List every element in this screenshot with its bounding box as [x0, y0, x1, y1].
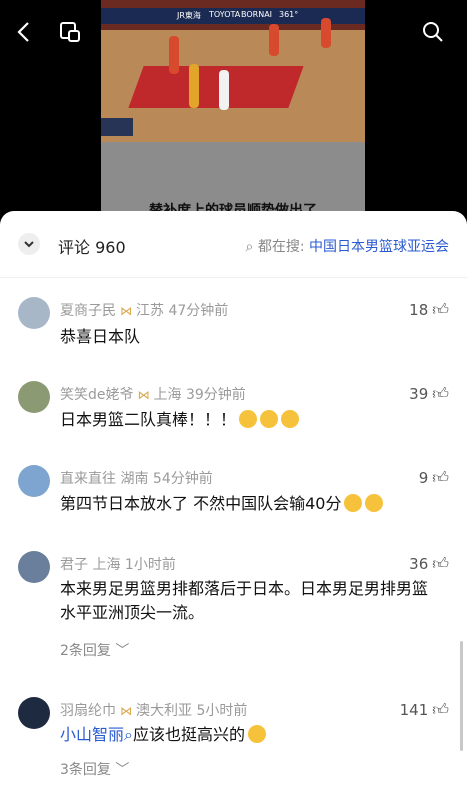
court-paint — [128, 66, 304, 108]
vip-badge-icon: ⋈ — [120, 304, 132, 318]
search-icon[interactable] — [421, 20, 445, 44]
comment-meta: 君子 上海 1小时前 — [60, 554, 176, 574]
replies-count: 3条回复 — [60, 762, 111, 778]
username[interactable]: 羽扇纶巾 — [60, 703, 116, 719]
chevron-down-icon: ﹀ — [115, 643, 130, 659]
comment-count: 评论 960 — [58, 238, 126, 257]
search-small-icon: ⌕ — [124, 725, 133, 744]
collapse-button[interactable] — [18, 233, 40, 255]
like-button[interactable]: 18 👍︎ — [409, 300, 449, 320]
picture-in-picture-icon[interactable] — [58, 20, 82, 44]
username[interactable]: 笑笑de姥爷 — [60, 387, 134, 403]
replies-count: 2条回复 — [60, 643, 111, 659]
thumbs-up-icon: 👍︎ — [432, 468, 449, 487]
replies-toggle[interactable]: 3条回复 ﹀ — [60, 759, 129, 779]
vip-badge-icon: ⋈ — [120, 704, 132, 718]
video-player[interactable]: JR東海 TOYOTA BORNAI 361° 替补席上的球员顺势做出了 — [0, 0, 467, 230]
like-count: 36 — [409, 555, 429, 573]
location: 上海 — [92, 557, 121, 573]
chevron-down-icon: ﹀ — [115, 762, 130, 778]
comment-text-content: 应该也挺高兴的 — [132, 725, 245, 744]
player — [321, 18, 331, 48]
comment-meta: 直来直往 湖南 54分钟前 — [60, 468, 213, 488]
like-count: 39 — [409, 385, 429, 403]
avatar[interactable] — [18, 465, 50, 497]
laughing-emoji-icon — [365, 494, 384, 512]
timestamp: 1小时前 — [124, 557, 176, 573]
player — [269, 24, 279, 56]
laughing-emoji-icon — [239, 410, 258, 428]
like-count: 141 — [399, 701, 429, 719]
back-arrow-icon[interactable] — [14, 20, 34, 44]
player — [169, 36, 179, 74]
video-frame[interactable]: JR東海 TOYOTA BORNAI 361° — [101, 0, 365, 142]
like-button[interactable]: 9 👍︎ — [419, 468, 449, 488]
laughing-emoji-icon — [344, 494, 363, 512]
location: 上海 — [153, 387, 182, 403]
search-prefix: 都在搜: — [257, 239, 305, 255]
ad-text: 361° — [279, 10, 299, 19]
like-count: 18 — [409, 301, 429, 319]
trending-search[interactable]: ⌕ 都在搜: 中国日本男篮球亚运会 — [246, 236, 449, 256]
like-button[interactable]: 36 👍︎ — [409, 554, 449, 574]
location: 湖南 — [120, 471, 149, 487]
avatar[interactable] — [18, 297, 50, 329]
search-query-link[interactable]: 中国日本男篮球亚运会 — [309, 239, 449, 255]
timestamp: 5小时前 — [196, 703, 248, 719]
comment-text: 恭喜日本队 — [60, 327, 141, 346]
timestamp: 39分钟前 — [185, 387, 246, 403]
comment-meta: 夏商子民 ⋈ 江苏 47分钟前 — [60, 300, 228, 320]
avatar[interactable] — [18, 697, 50, 729]
ad-text: BORNAI — [241, 10, 273, 19]
avatar[interactable] — [18, 381, 50, 413]
timestamp: 47分钟前 — [168, 303, 229, 319]
comment-meta: 羽扇纶巾 ⋈ 澳大利亚 5小时前 — [60, 700, 247, 720]
username[interactable]: 夏商子民 — [60, 303, 116, 319]
vip-badge-icon: ⋈ — [137, 388, 150, 402]
thumbs-up-icon: 👍︎ — [432, 700, 449, 719]
scoreboard — [101, 118, 133, 136]
chevron-down-icon — [24, 241, 34, 248]
comment-meta: 笑笑de姥爷 ⋈ 上海 39分钟前 — [60, 384, 246, 404]
player — [189, 64, 199, 108]
thumbs-up-icon: 👍︎ — [432, 300, 449, 319]
comment-text: 本来男足男篮男排都落后于日本。日本男足男排男篮水平亚洲顶尖一流。 — [60, 579, 429, 622]
location: 澳大利亚 — [136, 703, 192, 719]
like-count: 9 — [418, 469, 429, 487]
username[interactable]: 直来直往 — [60, 471, 116, 487]
location: 江苏 — [136, 303, 164, 319]
comment-text-content: 第四节日本放水了 不然中国队会输40分 — [60, 494, 342, 513]
thumbs-up-icon: 👍︎ — [432, 554, 449, 573]
timestamp: 54分钟前 — [152, 471, 213, 487]
like-button[interactable]: 39 👍︎ — [409, 384, 449, 404]
ad-text: JR東海 — [177, 11, 201, 20]
comment-sheet: 评论 960 ⌕ 都在搜: 中国日本男篮球亚运会 夏商子民 ⋈ 江苏 47分钟前 1… — [0, 211, 467, 800]
comment-header: 评论 960 ⌕ 都在搜: 中国日本男篮球亚运会 — [0, 211, 467, 278]
mention-link[interactable]: 小山智丽 — [60, 725, 124, 744]
avatar[interactable] — [18, 551, 50, 583]
like-button[interactable]: 141 👍︎ — [400, 700, 449, 720]
comment-text: 第四节日本放水了 不然中国队会输40分 — [60, 492, 440, 516]
comment-text-content: 日本男篮二队真棒！！！ — [60, 410, 237, 429]
comment-text: 小山智丽⌕应该也挺高兴的 — [60, 723, 440, 747]
replies-toggle[interactable]: 2条回复 ﹀ — [60, 640, 129, 660]
search-icon: ⌕ — [245, 239, 254, 255]
player — [219, 70, 229, 110]
laughing-emoji-icon — [260, 410, 279, 428]
laughing-emoji-icon — [248, 725, 266, 743]
username[interactable]: 君子 — [60, 557, 88, 573]
comment-text: 日本男篮二队真棒！！！ — [60, 408, 440, 432]
ad-text: TOYOTA — [209, 10, 241, 19]
thumbs-up-icon: 👍︎ — [432, 384, 449, 403]
scrollbar[interactable] — [460, 641, 463, 751]
laughing-emoji-icon — [281, 410, 300, 428]
